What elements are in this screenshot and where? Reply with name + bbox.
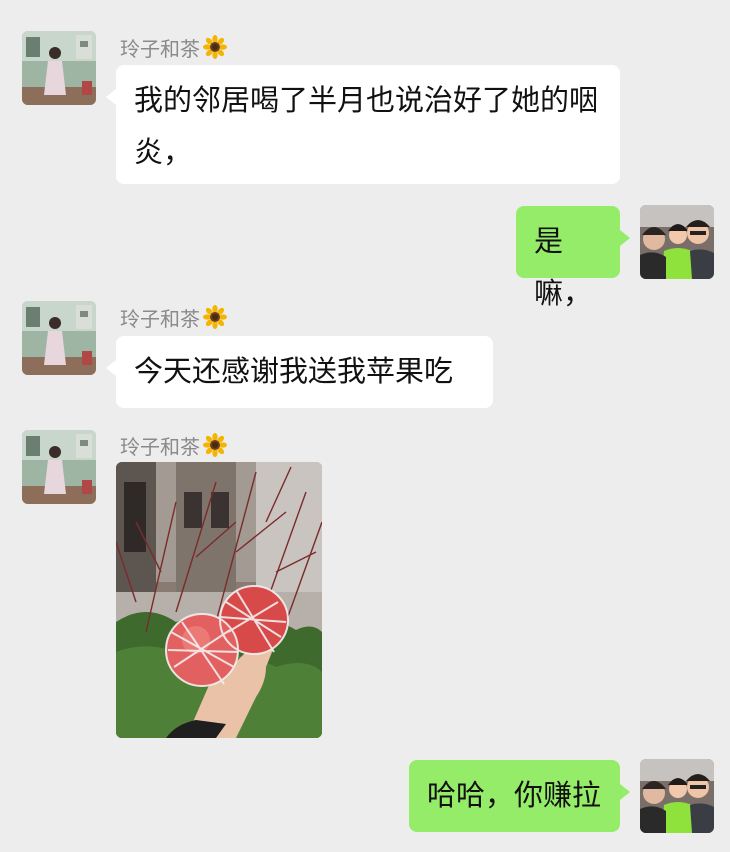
sunflower-icon bbox=[203, 305, 227, 329]
sender-name: 玲子和茶 bbox=[120, 304, 227, 331]
sender-name-label: 玲子和茶 bbox=[120, 36, 200, 61]
sunflower-icon bbox=[203, 433, 227, 457]
contact-avatar[interactable] bbox=[22, 430, 96, 504]
message-text: 今天还感谢我送我苹果吃 bbox=[134, 354, 454, 388]
message-text: 是嘛， bbox=[534, 224, 593, 310]
sender-name-label: 玲子和茶 bbox=[120, 306, 200, 331]
sunflower-icon bbox=[203, 35, 227, 59]
message-bubble-outgoing[interactable]: 哈哈，你赚拉 bbox=[409, 760, 630, 832]
contact-avatar[interactable] bbox=[22, 31, 96, 105]
message-text: 我的邻居喝了半月也说治好了她的咽炎， bbox=[134, 83, 599, 169]
my-avatar[interactable] bbox=[640, 205, 714, 279]
sender-name-label: 玲子和茶 bbox=[120, 434, 200, 459]
my-avatar[interactable] bbox=[640, 759, 714, 833]
sender-name: 玲子和茶 bbox=[120, 432, 227, 459]
message-bubble-outgoing[interactable]: 是嘛， bbox=[516, 206, 630, 310]
message-bubble-incoming[interactable]: 今天还感谢我送我苹果吃 bbox=[106, 336, 493, 408]
message-text: 哈哈，你赚拉 bbox=[427, 778, 602, 812]
image-message[interactable] bbox=[116, 462, 322, 738]
sender-name: 玲子和茶 bbox=[120, 34, 227, 61]
contact-avatar[interactable] bbox=[22, 301, 96, 375]
message-bubble-incoming[interactable]: 我的邻居喝了半月也说治好了她的咽炎， bbox=[106, 65, 620, 184]
